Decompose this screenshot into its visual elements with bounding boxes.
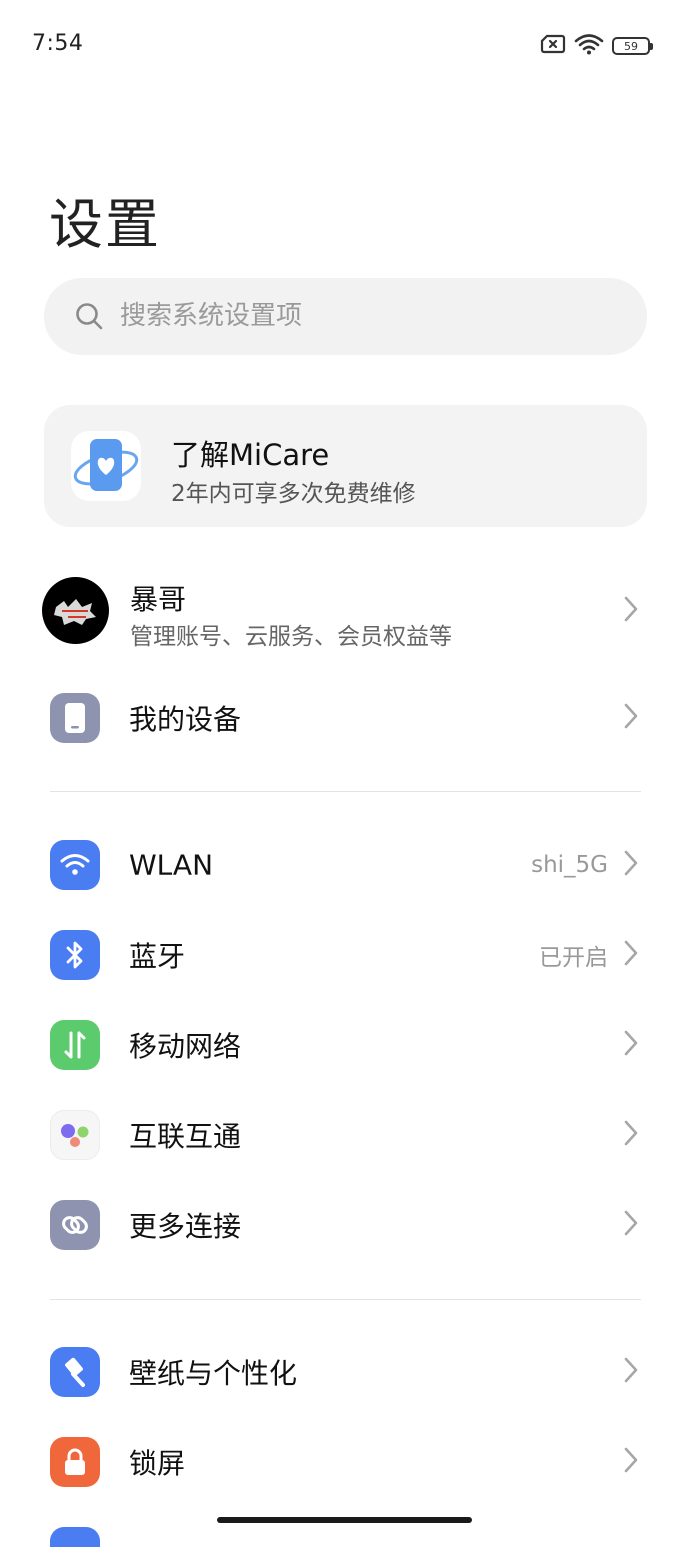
item-label: WLAN <box>129 848 214 882</box>
item-label: 锁屏 <box>129 1447 186 1480</box>
chevron-right-icon <box>622 594 640 628</box>
chevron-right-icon <box>622 1445 640 1479</box>
bluetooth-icon <box>50 930 100 980</box>
chevron-right-icon <box>622 1355 640 1389</box>
settings-item-bluetooth[interactable]: 蓝牙 已开启 <box>0 915 690 995</box>
item-label: 蓝牙 <box>129 940 186 973</box>
search-icon <box>73 300 105 336</box>
battery-icon: 59 <box>612 37 653 55</box>
avatar[interactable] <box>42 577 109 644</box>
lock-icon <box>50 1437 100 1487</box>
item-label: 我的设备 <box>129 703 242 736</box>
page-title: 设置 <box>49 193 161 256</box>
next-item-icon <box>50 1527 100 1547</box>
status-time: 7:54 <box>32 31 84 56</box>
item-value: shi_5G <box>531 852 608 878</box>
status-bar: 7:54 59 <box>0 0 690 90</box>
settings-item-interconnect[interactable]: 互联互通 <box>0 1095 690 1175</box>
item-label: 互联互通 <box>129 1120 242 1153</box>
account-name: 暴哥 <box>130 583 187 616</box>
mobile-data-icon <box>50 1020 100 1070</box>
device-icon <box>50 693 100 743</box>
settings-item-more-connections[interactable]: 更多连接 <box>0 1185 690 1265</box>
search-input[interactable] <box>120 296 600 336</box>
section-divider <box>50 1299 641 1300</box>
sim-off-icon <box>540 34 566 58</box>
section-divider <box>50 791 641 792</box>
brush-icon <box>50 1347 100 1397</box>
item-value: 已开启 <box>539 945 608 971</box>
status-icons: 59 <box>540 33 653 59</box>
chevron-right-icon <box>622 701 640 735</box>
chevron-right-icon <box>622 1028 640 1062</box>
battery-level: 59 <box>624 39 638 53</box>
settings-item-my-device[interactable]: 我的设备 <box>0 678 690 758</box>
home-indicator[interactable] <box>217 1517 472 1523</box>
chevron-right-icon <box>622 1118 640 1152</box>
wifi-icon <box>50 840 100 890</box>
micare-title: 了解MiCare <box>171 438 330 472</box>
micare-subtitle: 2年内可享多次免费维修 <box>171 481 416 507</box>
micare-icon <box>71 431 141 501</box>
interconnect-icon <box>50 1110 100 1160</box>
item-label: 更多连接 <box>129 1210 242 1243</box>
chevron-right-icon <box>622 1208 640 1242</box>
settings-item-wallpaper[interactable]: 壁纸与个性化 <box>0 1332 690 1412</box>
link-icon <box>50 1200 100 1250</box>
chevron-right-icon <box>622 848 640 882</box>
settings-item-mobile-network[interactable]: 移动网络 <box>0 1005 690 1085</box>
item-label: 壁纸与个性化 <box>129 1357 298 1390</box>
wifi-icon <box>574 33 604 59</box>
account-subtitle: 管理账号、云服务、会员权益等 <box>130 624 452 650</box>
item-label: 移动网络 <box>129 1030 242 1063</box>
chevron-right-icon <box>622 938 640 972</box>
settings-item-wlan[interactable]: WLAN shi_5G <box>0 825 690 905</box>
settings-item-lock-screen[interactable]: 锁屏 <box>0 1422 690 1502</box>
